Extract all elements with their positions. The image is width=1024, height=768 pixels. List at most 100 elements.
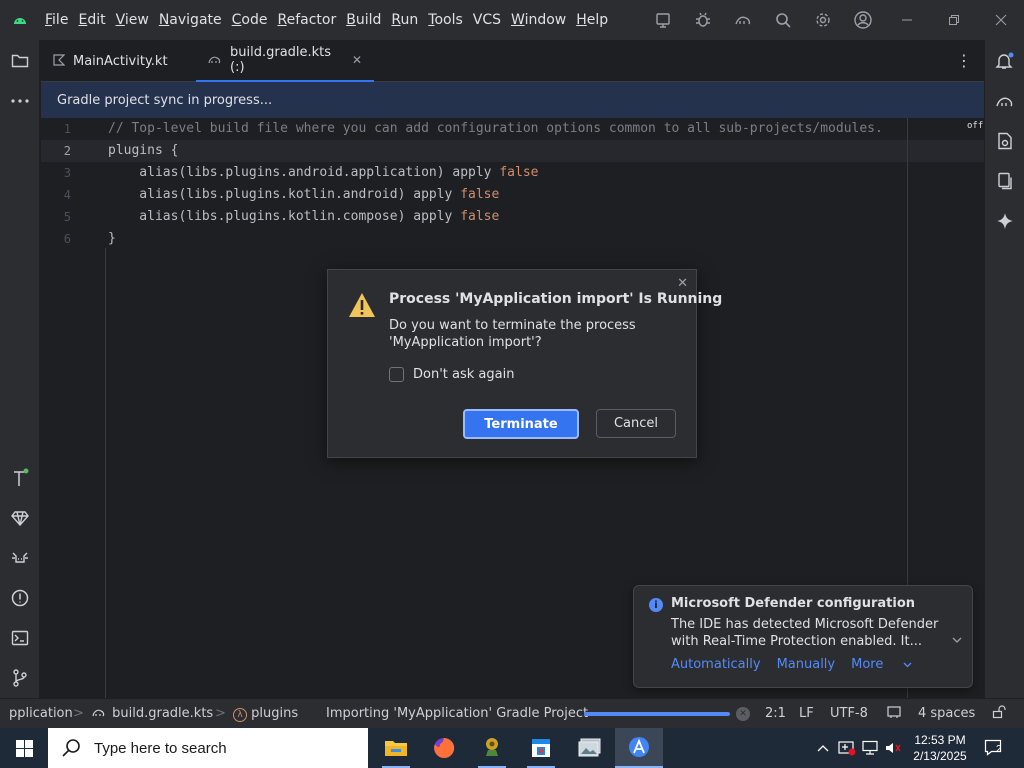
terminate-process-dialog: ✕ Process 'MyApplication import' Is Runn…	[327, 269, 722, 458]
more-tools-icon[interactable]	[0, 85, 40, 117]
more-link-label: More	[851, 657, 884, 672]
problems-icon[interactable]	[0, 582, 40, 614]
menu-item-run[interactable]: Run	[386, 0, 423, 40]
running-devices-icon[interactable]	[985, 165, 1024, 197]
more-dropdown[interactable]: More	[851, 657, 912, 672]
restore-icon[interactable]	[930, 0, 977, 40]
menu-item-help[interactable]: Help	[571, 0, 613, 40]
firefox-icon[interactable]	[420, 728, 468, 768]
file-encoding[interactable]: UTF-8	[830, 699, 868, 729]
dont-ask-again-checkbox[interactable]	[389, 367, 404, 382]
terminal-icon[interactable]	[0, 622, 40, 654]
menu-item-window[interactable]: Window	[506, 0, 571, 40]
clock-date: 2/13/2025	[913, 749, 967, 763]
line-number: 6	[63, 232, 71, 246]
dont-ask-again-option[interactable]: Don't ask again	[389, 367, 514, 382]
code-keyword: false	[460, 187, 500, 202]
menu-label: ile	[52, 12, 69, 28]
device-file-explorer-icon[interactable]	[985, 125, 1024, 157]
settings-gear-icon[interactable]	[803, 0, 843, 40]
code-text: alias(libs.plugins.kotlin.android) apply	[108, 187, 461, 202]
manually-link[interactable]: Manually	[777, 657, 836, 672]
menu-item-edit[interactable]: Edit	[73, 0, 110, 40]
minimize-icon[interactable]	[883, 0, 930, 40]
search-icon	[62, 739, 80, 757]
status-bar: pplication > build.gradle.kts > λ plugin…	[0, 698, 1024, 728]
expand-chevron-icon[interactable]	[952, 633, 962, 646]
menu-item-refactor[interactable]: Refactor	[272, 0, 341, 40]
defender-tray-icon[interactable]	[836, 728, 858, 768]
right-tool-window-strip	[984, 40, 1024, 698]
caret-position[interactable]: 2:1	[765, 699, 786, 729]
menu-item-vcs[interactable]: VCS	[468, 0, 506, 40]
breadcrumb-project[interactable]: pplication	[9, 699, 73, 729]
menu-mnemonic: H	[576, 12, 587, 28]
cancel-task-icon[interactable]: ✕	[736, 707, 750, 721]
search-placeholder: Type here to search	[94, 739, 227, 757]
menu-mnemonic: F	[45, 12, 53, 28]
import-progress-bar	[584, 712, 730, 716]
tab-build-gradle[interactable]: build.gradle.kts (:) ✕	[196, 40, 374, 82]
tray-overflow-chevron-icon[interactable]	[812, 728, 834, 768]
taskbar-search-box[interactable]: Type here to search	[48, 728, 368, 768]
memory-indicator-icon[interactable]	[887, 699, 901, 729]
account-icon[interactable]	[843, 0, 883, 40]
menu-label: efactor	[286, 12, 337, 28]
menu-item-file[interactable]: File	[40, 0, 73, 40]
android-studio-taskbar-icon[interactable]	[615, 728, 663, 768]
gemini-sparkle-icon[interactable]	[985, 205, 1024, 237]
tab-options-icon[interactable]: ⋮	[956, 40, 972, 82]
breadcrumb-block[interactable]: λ plugins	[233, 699, 298, 729]
gem-icon[interactable]	[0, 502, 40, 534]
menu-item-code[interactable]: Code	[227, 0, 273, 40]
line-number: 1	[63, 122, 71, 136]
gradle-sync-icon[interactable]	[723, 0, 763, 40]
action-center-icon[interactable]: 2	[980, 728, 1008, 768]
version-control-icon[interactable]	[0, 662, 40, 694]
cancel-button[interactable]: Cancel	[596, 409, 676, 438]
warning-icon	[348, 292, 376, 318]
debug-icon[interactable]	[683, 0, 723, 40]
device-manager-icon[interactable]	[643, 0, 683, 40]
search-icon[interactable]	[763, 0, 803, 40]
file-explorer-icon[interactable]	[372, 728, 420, 768]
menu-item-view[interactable]: View	[111, 0, 154, 40]
breadcrumb-file[interactable]: build.gradle.kts	[92, 699, 213, 729]
line-number: 5	[63, 210, 71, 224]
photos-app-icon[interactable]	[566, 728, 614, 768]
close-tab-icon[interactable]: ✕	[352, 53, 362, 67]
terminate-button[interactable]: Terminate	[463, 409, 579, 439]
windows-start-icon[interactable]	[0, 728, 48, 768]
android-studio-logo-icon[interactable]	[0, 0, 40, 40]
indent-setting[interactable]: 4 spaces	[918, 699, 975, 729]
menu-item-navigate[interactable]: Navigate	[154, 0, 227, 40]
build-variants-icon[interactable]	[0, 462, 40, 494]
inlay-off-label: off	[967, 121, 984, 131]
line-ending[interactable]: LF	[799, 699, 814, 729]
code-text: }	[108, 231, 116, 246]
dialog-title: Process 'MyApplication import' Is Runnin…	[389, 291, 723, 307]
system-clock[interactable]: 12:53 PM 2/13/2025	[900, 732, 980, 764]
code-line: // Top-level build file where you can ad…	[108, 118, 883, 140]
info-icon: i	[649, 598, 663, 612]
close-dialog-icon[interactable]: ✕	[677, 276, 688, 291]
automatically-link[interactable]: Automatically	[671, 657, 761, 672]
main-menu: File Edit View Navigate Code Refactor Build Run…	[40, 0, 613, 40]
project-folder-icon[interactable]	[0, 45, 40, 77]
app-inspection-icon[interactable]	[0, 542, 40, 574]
menu-label: uild	[355, 12, 382, 28]
line-number: 3	[63, 166, 71, 180]
network-icon[interactable]	[860, 728, 882, 768]
gradle-icon[interactable]	[985, 85, 1024, 117]
background-task-label[interactable]: Importing 'MyApplication' Gradle Project	[326, 699, 588, 729]
tab-mainactivity[interactable]: MainActivity.kt	[41, 40, 196, 82]
lambda-icon: λ	[233, 708, 247, 722]
java-app-icon[interactable]	[468, 728, 516, 768]
menu-item-tools[interactable]: Tools	[423, 0, 468, 40]
store-app-icon[interactable]	[517, 728, 565, 768]
notifications-bell-icon[interactable]	[985, 45, 1024, 77]
read-only-lock-icon[interactable]	[992, 699, 1006, 729]
menu-label: avigate	[169, 12, 222, 28]
close-window-icon[interactable]	[977, 0, 1024, 40]
menu-item-build[interactable]: Build	[341, 0, 386, 40]
